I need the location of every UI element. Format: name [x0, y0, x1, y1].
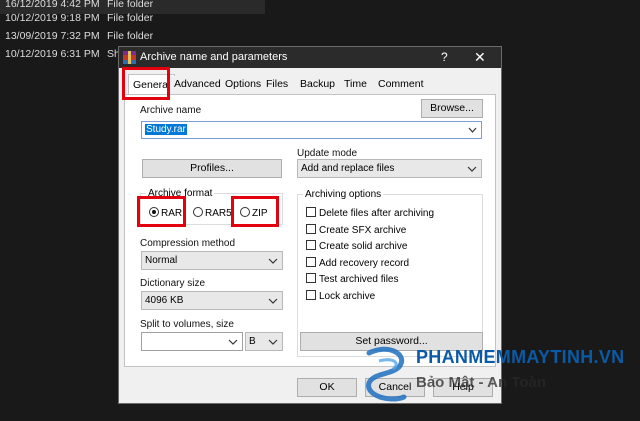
rar-highlight [137, 196, 186, 227]
lock-archive-checkbox[interactable]: Lock archive [306, 290, 375, 303]
close-icon[interactable]: ✕ [474, 47, 486, 68]
dialog-titlebar[interactable]: Archive name and parameters ? ✕ [119, 47, 501, 68]
option-label: Add recovery record [319, 258, 410, 269]
archive-name-value: Study.rar [145, 124, 187, 135]
archiving-options-label: Archiving options [303, 189, 384, 200]
watermark-tagline: Bảo Mật - An Toàn [416, 374, 546, 391]
explorer-row-date: 13/09/2019 7:32 PM [5, 30, 100, 42]
delete-files-checkbox[interactable]: Delete files after archiving [306, 207, 434, 220]
split-volumes-label: Split to volumes, size [140, 319, 234, 330]
chevron-down-icon [268, 298, 278, 304]
tab-files[interactable]: Files [262, 76, 293, 94]
option-label: Delete files after archiving [319, 208, 435, 219]
update-mode-label: Update mode [297, 148, 358, 159]
checkbox-icon [306, 240, 316, 250]
chevron-down-icon [268, 258, 278, 264]
chevron-down-icon[interactable] [468, 126, 477, 134]
archive-name-label: Archive name [140, 105, 202, 116]
rar5-label: RAR5 [205, 208, 232, 219]
tab-time[interactable]: Time [340, 76, 371, 94]
zip-highlight [231, 196, 279, 227]
archive-name-field[interactable]: Study.rar [141, 121, 482, 139]
explorer-row-type: File folder [107, 30, 154, 42]
watermark-brand: PHANMEMMAYTINH.VN [416, 347, 625, 367]
rar5-format-radio[interactable]: RAR5 [193, 207, 232, 220]
general-tab-panel: Archive name Browse... Study.rar Profile… [124, 94, 496, 367]
dictionary-size-label: Dictionary size [140, 278, 206, 289]
checkbox-icon [306, 290, 316, 300]
dialog-title: Archive name and parameters [140, 51, 288, 63]
option-label: Create solid archive [319, 241, 408, 252]
create-solid-checkbox[interactable]: Create solid archive [306, 240, 407, 253]
compression-method-value: Normal [145, 255, 178, 266]
winrar-icon [123, 51, 136, 64]
split-size-combo[interactable] [141, 332, 243, 351]
compression-method-select[interactable]: Normal [141, 251, 283, 270]
chevron-down-icon [467, 166, 477, 172]
help-title-button[interactable]: ? [441, 47, 448, 68]
radio-unselected-icon [193, 207, 203, 217]
chevron-down-icon [228, 339, 238, 345]
split-unit-value: B [249, 336, 256, 347]
dictionary-size-value: 4096 KB [145, 295, 184, 306]
profiles-button[interactable]: Profiles... [142, 159, 282, 178]
dictionary-size-select[interactable]: 4096 KB [141, 291, 283, 310]
option-label: Create SFX archive [319, 225, 407, 236]
checkbox-icon [306, 273, 316, 283]
compression-method-label: Compression method [140, 238, 236, 249]
explorer-row-type: File folder [107, 12, 154, 24]
tab-advanced[interactable]: Advanced [170, 76, 225, 94]
option-label: Test archived files [319, 274, 399, 285]
tab-backup[interactable]: Backup [296, 76, 340, 94]
explorer-row[interactable]: 10/12/2019 9:18 PM File folder [0, 9, 265, 28]
ok-button[interactable]: OK [297, 378, 357, 397]
update-mode-select[interactable]: Add and replace files [297, 159, 482, 178]
explorer-row-date: 10/12/2019 6:31 PM [5, 48, 100, 60]
watermark-logo-icon [366, 346, 407, 402]
checkbox-icon [306, 257, 316, 267]
explorer-row-date: 10/12/2019 9:18 PM [5, 12, 100, 24]
create-sfx-checkbox[interactable]: Create SFX archive [306, 224, 406, 237]
add-recovery-checkbox[interactable]: Add recovery record [306, 257, 409, 270]
browse-button[interactable]: Browse... [421, 99, 483, 118]
test-archived-checkbox[interactable]: Test archived files [306, 273, 398, 286]
general-tab-highlight [122, 67, 170, 100]
update-mode-value: Add and replace files [301, 163, 395, 174]
tab-options[interactable]: Options [221, 76, 266, 94]
tab-comment[interactable]: Comment [374, 76, 428, 94]
explorer-row[interactable]: 13/09/2019 7:32 PM File folder [0, 27, 265, 46]
chevron-down-icon [268, 339, 278, 345]
option-label: Lock archive [319, 291, 376, 302]
checkbox-icon [306, 207, 316, 217]
split-unit-select[interactable]: B [245, 332, 283, 351]
checkbox-icon [306, 224, 316, 234]
